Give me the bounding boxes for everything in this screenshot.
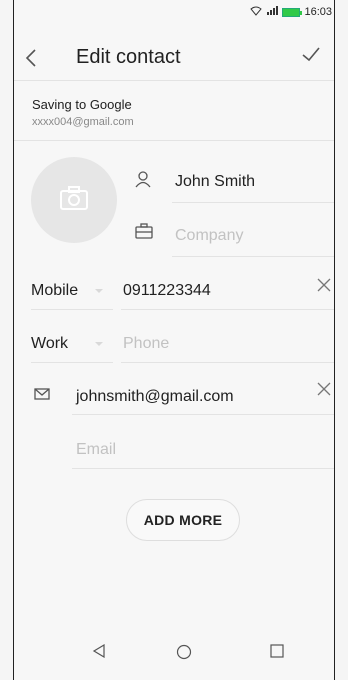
close-icon[interactable]	[315, 380, 333, 398]
email-field[interactable]: Email	[76, 441, 116, 459]
page-title: Edit contact	[76, 46, 181, 68]
company-field[interactable]: Company	[175, 227, 243, 245]
phone-underline	[121, 362, 334, 363]
signal-icon	[266, 5, 279, 19]
contact-photo-button[interactable]	[31, 157, 117, 243]
name-field[interactable]: John Smith	[175, 173, 255, 191]
email-underline	[72, 468, 334, 469]
status-bar: 16:03	[250, 4, 332, 20]
email-underline	[72, 414, 334, 415]
navigation-bar	[14, 630, 334, 680]
phone-field[interactable]: 0911223344	[123, 282, 211, 300]
header-divider	[14, 80, 334, 81]
square-recents-icon[interactable]	[270, 644, 284, 663]
person-icon	[134, 170, 152, 188]
name-underline	[172, 202, 334, 203]
briefcase-icon	[135, 223, 153, 241]
app-bar: Edit contact	[14, 37, 334, 77]
checkmark-icon[interactable]	[300, 43, 322, 65]
account-divider	[14, 140, 334, 141]
phone-field[interactable]: Phone	[123, 335, 169, 353]
phone-type-select[interactable]: Work	[31, 335, 68, 353]
add-more-button[interactable]: ADD MORE	[126, 499, 240, 541]
account-email: xxxx004@gmail.com	[32, 116, 134, 128]
triangle-back-icon[interactable]	[92, 643, 106, 663]
phone-screen: 16:03 Edit contact Saving to Google xxxx…	[13, 0, 335, 680]
email-field[interactable]: johnsmith@gmail.com	[76, 388, 234, 406]
chevron-down-icon[interactable]	[95, 342, 103, 346]
phone-type-underline	[31, 362, 113, 363]
phone-underline	[121, 309, 334, 310]
battery-icon	[282, 7, 303, 17]
envelope-icon	[34, 387, 52, 405]
account-label: Saving to Google	[32, 97, 132, 112]
company-underline	[172, 256, 334, 257]
wifi-icon	[250, 6, 263, 19]
circle-home-icon[interactable]	[176, 644, 192, 665]
camera-icon	[59, 185, 89, 216]
chevron-down-icon[interactable]	[95, 289, 103, 293]
phone-type-underline	[31, 309, 113, 310]
back-arrow-icon[interactable]	[24, 41, 38, 75]
status-time: 16:03	[304, 6, 332, 18]
phone-type-select[interactable]: Mobile	[31, 282, 78, 300]
close-icon[interactable]	[315, 276, 333, 294]
